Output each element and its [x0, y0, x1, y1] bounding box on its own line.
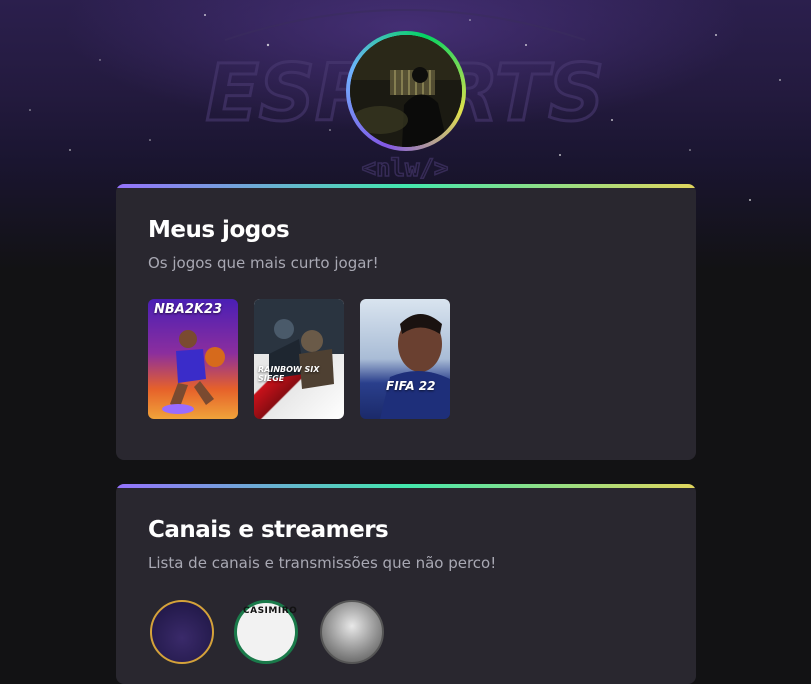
fifa-player-icon	[380, 314, 450, 419]
operators-icon	[254, 299, 344, 389]
fifa22-label: FIFA 22	[386, 379, 436, 393]
game-cover-nba2k23[interactable]: NBA2K23	[148, 299, 238, 419]
nba2k23-label: NBA2K23	[154, 302, 223, 317]
profile-avatar[interactable]	[346, 31, 466, 151]
games-card: Meus jogos Os jogos que mais curto jogar…	[116, 184, 696, 460]
nlw-logo-text: <nlw/>	[362, 154, 449, 182]
channel-avatar-1[interactable]	[150, 600, 214, 664]
channels-title: Canais e streamers	[148, 517, 389, 543]
nba-player-icon	[162, 330, 225, 414]
profile-photo-icon	[350, 35, 462, 147]
channels-subtitle: Lista de canais e transmissões que não p…	[148, 554, 497, 572]
channels-card: Canais e streamers Lista de canais e tra…	[116, 484, 696, 684]
games-subtitle: Os jogos que mais curto jogar!	[148, 254, 379, 272]
games-title: Meus jogos	[148, 217, 290, 243]
rainbow-six-label: RAINBOW SIX SIEGE	[258, 365, 320, 383]
casimiro-label: CASIMIRO	[243, 606, 298, 616]
channel-avatar-3[interactable]	[320, 600, 384, 664]
game-cover-fifa22[interactable]: FIFA 22	[360, 299, 450, 419]
channel-avatar-casimiro[interactable]: CASIMIRO	[234, 600, 298, 664]
game-cover-rainbow-six[interactable]: RAINBOW SIX SIEGE	[254, 299, 344, 419]
